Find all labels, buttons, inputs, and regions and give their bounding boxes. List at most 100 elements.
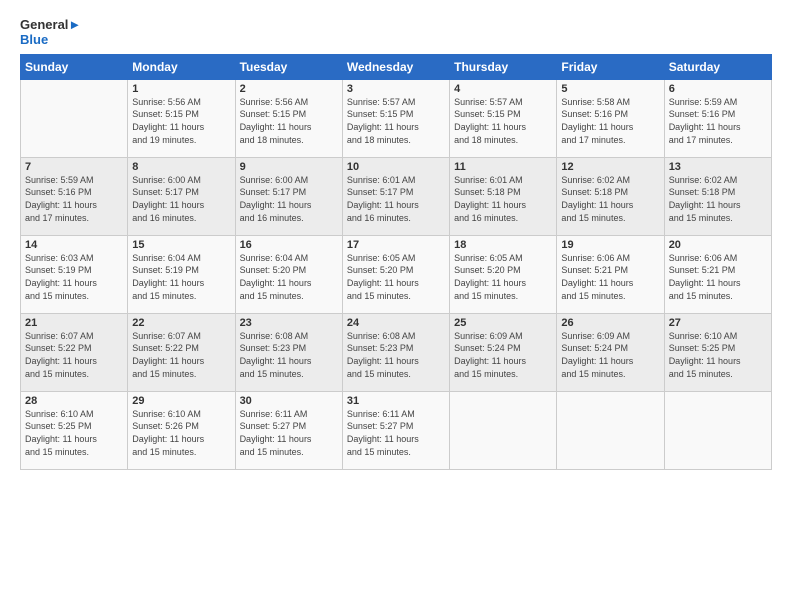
day-number: 26 (561, 317, 659, 329)
day-info: Sunrise: 6:03 AM Sunset: 5:19 PM Dayligh… (25, 252, 123, 302)
day-number: 2 (240, 83, 338, 95)
calendar-cell (557, 391, 664, 469)
day-info: Sunrise: 6:07 AM Sunset: 5:22 PM Dayligh… (25, 330, 123, 380)
day-number: 5 (561, 83, 659, 95)
calendar-cell: 5Sunrise: 5:58 AM Sunset: 5:16 PM Daylig… (557, 79, 664, 157)
logo-line1: General► (20, 18, 81, 33)
calendar-cell: 22Sunrise: 6:07 AM Sunset: 5:22 PM Dayli… (128, 313, 235, 391)
day-number: 29 (132, 395, 230, 407)
calendar-cell: 13Sunrise: 6:02 AM Sunset: 5:18 PM Dayli… (664, 157, 771, 235)
day-info: Sunrise: 6:06 AM Sunset: 5:21 PM Dayligh… (669, 252, 767, 302)
calendar-cell: 10Sunrise: 6:01 AM Sunset: 5:17 PM Dayli… (342, 157, 449, 235)
day-info: Sunrise: 6:05 AM Sunset: 5:20 PM Dayligh… (347, 252, 445, 302)
day-info: Sunrise: 6:06 AM Sunset: 5:21 PM Dayligh… (561, 252, 659, 302)
day-info: Sunrise: 5:59 AM Sunset: 5:16 PM Dayligh… (669, 96, 767, 146)
day-number: 18 (454, 239, 552, 251)
calendar-cell: 21Sunrise: 6:07 AM Sunset: 5:22 PM Dayli… (21, 313, 128, 391)
week-row-2: 7Sunrise: 5:59 AM Sunset: 5:16 PM Daylig… (21, 157, 772, 235)
day-number: 13 (669, 161, 767, 173)
day-info: Sunrise: 5:56 AM Sunset: 5:15 PM Dayligh… (240, 96, 338, 146)
calendar-cell: 30Sunrise: 6:11 AM Sunset: 5:27 PM Dayli… (235, 391, 342, 469)
day-info: Sunrise: 6:11 AM Sunset: 5:27 PM Dayligh… (240, 408, 338, 458)
logo: General► Blue (20, 18, 81, 48)
calendar-cell: 18Sunrise: 6:05 AM Sunset: 5:20 PM Dayli… (450, 235, 557, 313)
day-number: 1 (132, 83, 230, 95)
calendar-cell: 2Sunrise: 5:56 AM Sunset: 5:15 PM Daylig… (235, 79, 342, 157)
header-cell-monday: Monday (128, 54, 235, 79)
calendar-cell: 6Sunrise: 5:59 AM Sunset: 5:16 PM Daylig… (664, 79, 771, 157)
day-info: Sunrise: 6:01 AM Sunset: 5:17 PM Dayligh… (347, 174, 445, 224)
day-info: Sunrise: 6:11 AM Sunset: 5:27 PM Dayligh… (347, 408, 445, 458)
calendar-cell: 14Sunrise: 6:03 AM Sunset: 5:19 PM Dayli… (21, 235, 128, 313)
header-cell-saturday: Saturday (664, 54, 771, 79)
day-info: Sunrise: 6:10 AM Sunset: 5:25 PM Dayligh… (669, 330, 767, 380)
calendar-cell: 12Sunrise: 6:02 AM Sunset: 5:18 PM Dayli… (557, 157, 664, 235)
day-info: Sunrise: 6:07 AM Sunset: 5:22 PM Dayligh… (132, 330, 230, 380)
day-info: Sunrise: 6:05 AM Sunset: 5:20 PM Dayligh… (454, 252, 552, 302)
calendar-cell: 17Sunrise: 6:05 AM Sunset: 5:20 PM Dayli… (342, 235, 449, 313)
calendar-cell: 24Sunrise: 6:08 AM Sunset: 5:23 PM Dayli… (342, 313, 449, 391)
header-cell-thursday: Thursday (450, 54, 557, 79)
header-cell-wednesday: Wednesday (342, 54, 449, 79)
week-row-3: 14Sunrise: 6:03 AM Sunset: 5:19 PM Dayli… (21, 235, 772, 313)
header-cell-friday: Friday (557, 54, 664, 79)
calendar-cell (450, 391, 557, 469)
header: General► Blue (20, 18, 772, 48)
calendar-cell: 11Sunrise: 6:01 AM Sunset: 5:18 PM Dayli… (450, 157, 557, 235)
day-number: 22 (132, 317, 230, 329)
day-info: Sunrise: 6:09 AM Sunset: 5:24 PM Dayligh… (454, 330, 552, 380)
day-number: 11 (454, 161, 552, 173)
day-info: Sunrise: 6:00 AM Sunset: 5:17 PM Dayligh… (132, 174, 230, 224)
day-number: 6 (669, 83, 767, 95)
day-number: 25 (454, 317, 552, 329)
logo-line2: Blue (20, 33, 81, 48)
calendar-cell: 29Sunrise: 6:10 AM Sunset: 5:26 PM Dayli… (128, 391, 235, 469)
day-info: Sunrise: 5:59 AM Sunset: 5:16 PM Dayligh… (25, 174, 123, 224)
day-number: 14 (25, 239, 123, 251)
calendar-cell: 20Sunrise: 6:06 AM Sunset: 5:21 PM Dayli… (664, 235, 771, 313)
calendar-cell: 26Sunrise: 6:09 AM Sunset: 5:24 PM Dayli… (557, 313, 664, 391)
page: General► Blue SundayMondayTuesdayWednesd… (0, 0, 792, 612)
day-info: Sunrise: 6:01 AM Sunset: 5:18 PM Dayligh… (454, 174, 552, 224)
day-number: 27 (669, 317, 767, 329)
calendar-cell: 15Sunrise: 6:04 AM Sunset: 5:19 PM Dayli… (128, 235, 235, 313)
calendar-cell: 31Sunrise: 6:11 AM Sunset: 5:27 PM Dayli… (342, 391, 449, 469)
week-row-4: 21Sunrise: 6:07 AM Sunset: 5:22 PM Dayli… (21, 313, 772, 391)
week-row-5: 28Sunrise: 6:10 AM Sunset: 5:25 PM Dayli… (21, 391, 772, 469)
day-info: Sunrise: 6:10 AM Sunset: 5:25 PM Dayligh… (25, 408, 123, 458)
day-number: 16 (240, 239, 338, 251)
calendar-cell: 19Sunrise: 6:06 AM Sunset: 5:21 PM Dayli… (557, 235, 664, 313)
calendar-cell: 23Sunrise: 6:08 AM Sunset: 5:23 PM Dayli… (235, 313, 342, 391)
calendar-cell: 1Sunrise: 5:56 AM Sunset: 5:15 PM Daylig… (128, 79, 235, 157)
day-number: 19 (561, 239, 659, 251)
calendar-cell: 8Sunrise: 6:00 AM Sunset: 5:17 PM Daylig… (128, 157, 235, 235)
day-info: Sunrise: 6:04 AM Sunset: 5:19 PM Dayligh… (132, 252, 230, 302)
calendar-cell: 9Sunrise: 6:00 AM Sunset: 5:17 PM Daylig… (235, 157, 342, 235)
day-number: 31 (347, 395, 445, 407)
day-number: 24 (347, 317, 445, 329)
calendar-cell (21, 79, 128, 157)
day-info: Sunrise: 6:10 AM Sunset: 5:26 PM Dayligh… (132, 408, 230, 458)
calendar-cell: 25Sunrise: 6:09 AM Sunset: 5:24 PM Dayli… (450, 313, 557, 391)
day-info: Sunrise: 5:57 AM Sunset: 5:15 PM Dayligh… (347, 96, 445, 146)
day-number: 20 (669, 239, 767, 251)
day-info: Sunrise: 6:08 AM Sunset: 5:23 PM Dayligh… (347, 330, 445, 380)
calendar-cell: 7Sunrise: 5:59 AM Sunset: 5:16 PM Daylig… (21, 157, 128, 235)
day-number: 3 (347, 83, 445, 95)
calendar-table: SundayMondayTuesdayWednesdayThursdayFrid… (20, 54, 772, 470)
calendar-cell: 3Sunrise: 5:57 AM Sunset: 5:15 PM Daylig… (342, 79, 449, 157)
day-info: Sunrise: 6:02 AM Sunset: 5:18 PM Dayligh… (669, 174, 767, 224)
day-info: Sunrise: 6:02 AM Sunset: 5:18 PM Dayligh… (561, 174, 659, 224)
day-number: 7 (25, 161, 123, 173)
day-info: Sunrise: 5:57 AM Sunset: 5:15 PM Dayligh… (454, 96, 552, 146)
day-number: 12 (561, 161, 659, 173)
header-row: SundayMondayTuesdayWednesdayThursdayFrid… (21, 54, 772, 79)
day-number: 30 (240, 395, 338, 407)
day-info: Sunrise: 6:04 AM Sunset: 5:20 PM Dayligh… (240, 252, 338, 302)
day-info: Sunrise: 6:00 AM Sunset: 5:17 PM Dayligh… (240, 174, 338, 224)
day-number: 23 (240, 317, 338, 329)
day-info: Sunrise: 6:08 AM Sunset: 5:23 PM Dayligh… (240, 330, 338, 380)
day-number: 9 (240, 161, 338, 173)
day-info: Sunrise: 5:56 AM Sunset: 5:15 PM Dayligh… (132, 96, 230, 146)
header-cell-tuesday: Tuesday (235, 54, 342, 79)
